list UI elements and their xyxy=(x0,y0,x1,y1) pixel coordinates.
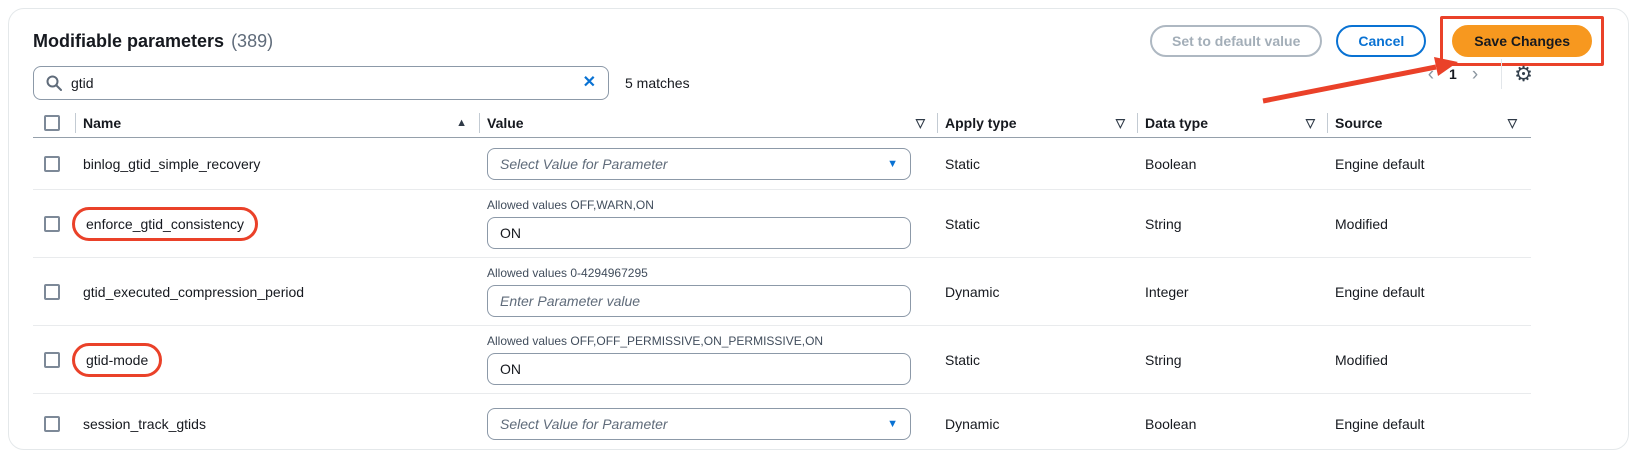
header-checkbox-cell xyxy=(33,113,77,133)
data-type-value: Boolean xyxy=(1139,156,1329,172)
pagination: ‹ 1 › ⚙ xyxy=(1419,57,1533,91)
apply-type-value: Static xyxy=(939,352,1139,368)
data-type-value: Integer xyxy=(1139,284,1329,300)
cancel-button[interactable]: Cancel xyxy=(1336,25,1426,57)
value-input[interactable] xyxy=(487,353,911,385)
source-value: Engine default xyxy=(1329,284,1531,300)
parameters-table: Name ▲ Value ▽ Apply type ▽ Data type ▽ … xyxy=(33,108,1531,454)
apply-type-value: Static xyxy=(939,216,1139,232)
previous-page-icon[interactable]: ‹ xyxy=(1419,65,1443,84)
chevron-down-icon: ▼ xyxy=(887,158,898,170)
source-value: Modified xyxy=(1329,352,1531,368)
set-to-default-button[interactable]: Set to default value xyxy=(1150,25,1322,57)
filter-icon[interactable]: ▽ xyxy=(916,116,925,130)
gear-icon[interactable]: ⚙ xyxy=(1514,64,1533,85)
search-icon xyxy=(46,75,62,91)
allowed-values-label: Allowed values OFF,OFF_PERMISSIVE,ON_PER… xyxy=(487,334,939,348)
filter-icon[interactable]: ▽ xyxy=(1306,116,1315,130)
apply-type-value: Dynamic xyxy=(939,416,1139,432)
parameter-name: binlog_gtid_simple_recovery xyxy=(83,156,260,172)
panel-header: Modifiable parameters (389) Set to defau… xyxy=(33,22,1604,60)
row-checkbox[interactable] xyxy=(44,416,60,432)
row-checkbox[interactable] xyxy=(44,156,60,172)
page-title: Modifiable parameters xyxy=(33,31,224,52)
search-box: ✕ xyxy=(33,66,609,100)
allowed-values-label: Allowed values OFF,WARN,ON xyxy=(487,198,939,212)
value-input[interactable] xyxy=(487,285,911,317)
table-row: gtid-mode Allowed values OFF,OFF_PERMISS… xyxy=(33,326,1531,394)
parameter-name: session_track_gtids xyxy=(83,416,206,432)
parameter-name: gtid-mode xyxy=(86,352,148,368)
value-select[interactable]: Select Value for Parameter ▼ xyxy=(487,408,911,440)
source-value: Engine default xyxy=(1329,416,1531,432)
filter-icon[interactable]: ▽ xyxy=(1116,116,1125,130)
parameter-count: (389) xyxy=(231,31,273,52)
column-header-apply-type[interactable]: Apply type ▽ xyxy=(939,113,1139,133)
chevron-down-icon: ▼ xyxy=(887,418,898,430)
parameter-name: gtid_executed_compression_period xyxy=(83,284,304,300)
column-header-value[interactable]: Value ▽ xyxy=(481,113,939,133)
select-all-checkbox[interactable] xyxy=(44,115,60,131)
row-checkbox[interactable] xyxy=(44,352,60,368)
table-row: enforce_gtid_consistency Allowed values … xyxy=(33,190,1531,258)
data-type-value: String xyxy=(1139,352,1329,368)
red-circle-annotation: enforce_gtid_consistency xyxy=(72,207,258,241)
apply-type-value: Static xyxy=(939,156,1139,172)
data-type-value: Boolean xyxy=(1139,416,1329,432)
save-changes-button[interactable]: Save Changes xyxy=(1452,25,1592,57)
table-header: Name ▲ Value ▽ Apply type ▽ Data type ▽ … xyxy=(33,108,1531,138)
parameters-panel: Modifiable parameters (389) Set to defau… xyxy=(8,8,1629,450)
match-count: 5 matches xyxy=(625,75,690,91)
data-type-value: String xyxy=(1139,216,1329,232)
allowed-values-label: Allowed values 0-4294967295 xyxy=(487,266,939,280)
row-checkbox[interactable] xyxy=(44,284,60,300)
clear-search-icon[interactable]: ✕ xyxy=(583,75,596,91)
column-header-data-type[interactable]: Data type ▽ xyxy=(1139,113,1329,133)
next-page-icon[interactable]: › xyxy=(1463,65,1487,84)
parameter-name: enforce_gtid_consistency xyxy=(86,216,244,232)
row-checkbox[interactable] xyxy=(44,216,60,232)
column-header-source[interactable]: Source ▽ xyxy=(1329,113,1531,133)
source-value: Modified xyxy=(1329,216,1531,232)
value-input[interactable] xyxy=(487,217,911,249)
toolbar: Set to default value Cancel Save Changes xyxy=(1150,16,1604,66)
search-row: ✕ 5 matches xyxy=(33,66,1604,100)
filter-icon[interactable]: ▽ xyxy=(1508,116,1517,130)
source-value: Engine default xyxy=(1329,156,1531,172)
red-circle-annotation: gtid-mode xyxy=(72,343,162,377)
value-select[interactable]: Select Value for Parameter ▼ xyxy=(487,148,911,180)
column-header-name[interactable]: Name ▲ xyxy=(77,113,481,133)
sort-ascending-icon[interactable]: ▲ xyxy=(456,117,467,129)
page-number[interactable]: 1 xyxy=(1443,66,1463,82)
pager-divider xyxy=(1501,59,1502,89)
apply-type-value: Dynamic xyxy=(939,284,1139,300)
table-row: gtid_executed_compression_period Allowed… xyxy=(33,258,1531,326)
table-row: session_track_gtids Select Value for Par… xyxy=(33,394,1531,454)
search-input[interactable] xyxy=(71,75,583,91)
table-row: binlog_gtid_simple_recovery Select Value… xyxy=(33,138,1531,190)
